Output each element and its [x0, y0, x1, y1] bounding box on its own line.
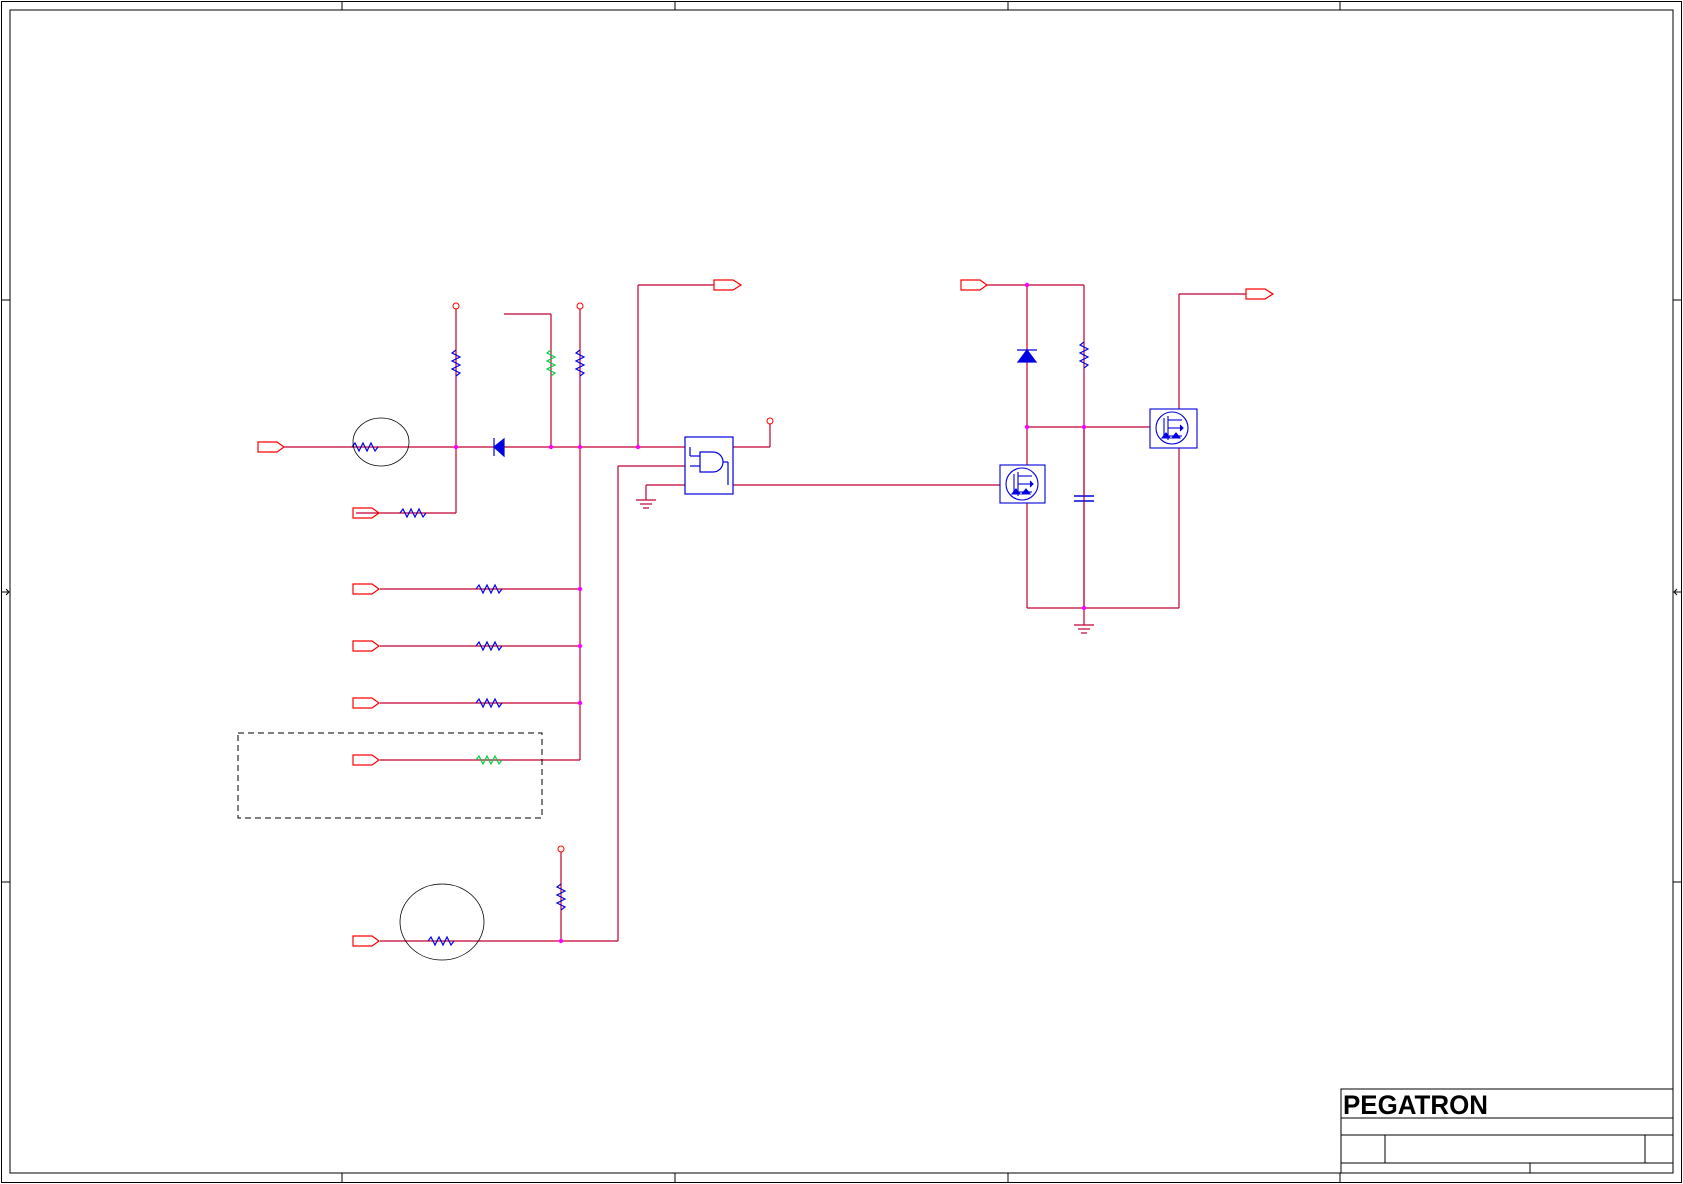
optional-dashed-box: [237, 732, 543, 819]
input-port-4: [352, 640, 381, 652]
ground-symbol-1: [636, 499, 656, 509]
input-port-1: [257, 441, 286, 453]
input-port-8: [960, 279, 989, 291]
company-logo: PEGATRON: [1343, 1090, 1488, 1120]
drawing-frame: [1, 1, 1682, 1183]
ground-symbol-2: [1074, 624, 1094, 634]
and-gate-u1: [684, 436, 734, 495]
mosfet-q1: [999, 464, 1046, 504]
diode-d2: [1016, 349, 1038, 363]
input-port-3: [352, 583, 381, 595]
schematic-canvas: PEGATRON: [1, 1, 1682, 1183]
power-pins: [452, 302, 774, 853]
output-port-1: [713, 279, 743, 291]
output-port-2: [1245, 288, 1275, 300]
highlight-circles: [352, 417, 485, 961]
input-port-7: [352, 935, 381, 947]
input-port-6: [352, 754, 381, 766]
junction-dots: [453, 282, 1087, 944]
wires: [284, 284, 1246, 942]
mosfet-q2: [1149, 408, 1198, 449]
input-port-5: [352, 697, 381, 709]
resistors: [351, 341, 1090, 947]
port-connectors: [257, 279, 1275, 947]
diode-d1: [493, 437, 505, 458]
